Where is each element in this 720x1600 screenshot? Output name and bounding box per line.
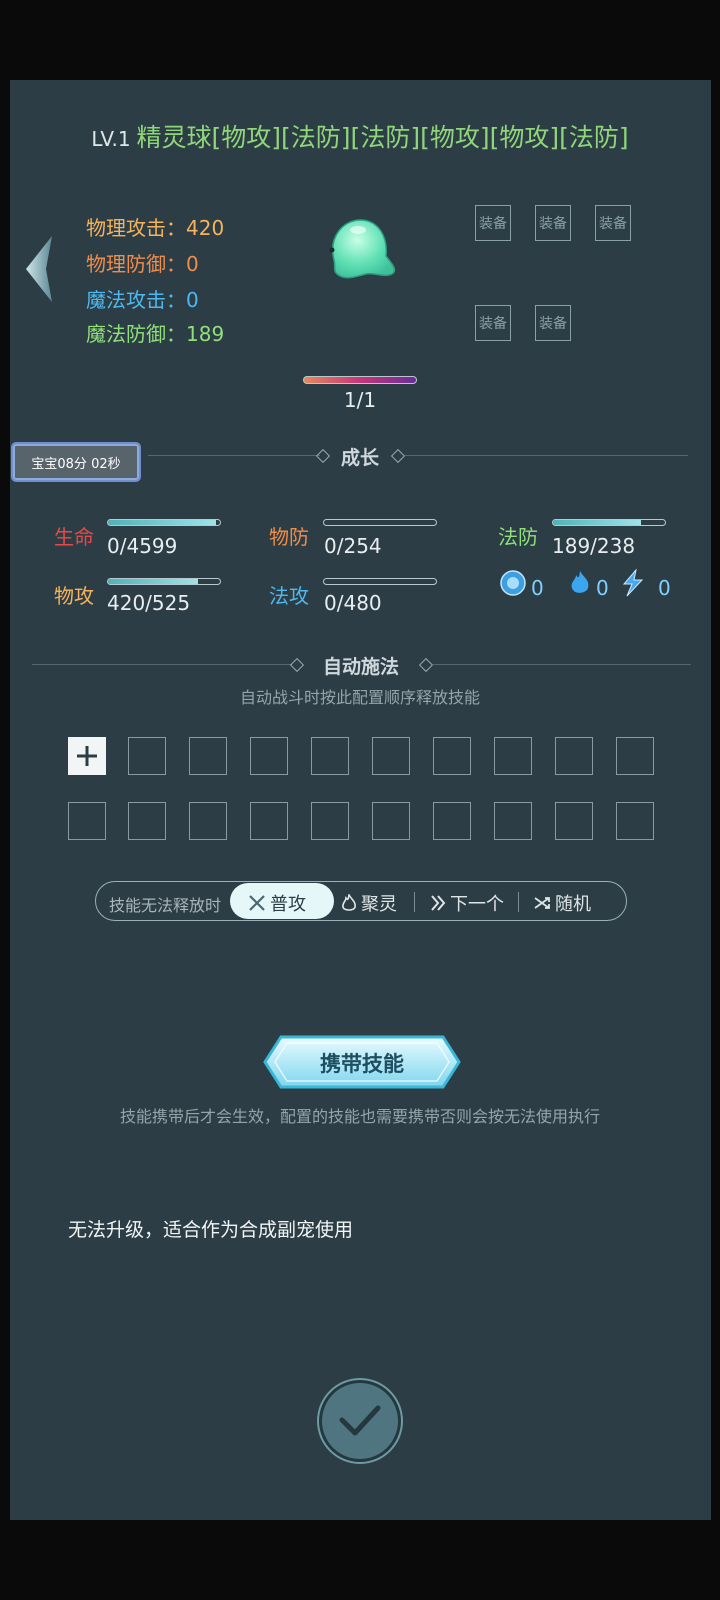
growth-value-hp: 0/4599 [107, 534, 178, 558]
element-value-lightning: 0 [658, 576, 671, 600]
confirm-button[interactable] [322, 1383, 398, 1459]
experience-text: 1/1 [343, 388, 377, 412]
stat-physical-attack: 物理攻击：420 [86, 216, 225, 240]
auto-cast-subtitle: 自动战斗时按此配置顺序释放技能 [239, 688, 480, 707]
divider-left [32, 664, 292, 665]
timer-badge[interactable]: 宝宝08分 02秒 [11, 442, 141, 482]
skill-slot[interactable] [128, 737, 166, 775]
equip-slot-4[interactable]: 装备 [475, 305, 511, 341]
crossed-swords-icon [249, 895, 265, 911]
fallback-label: 技能无法释放时 [109, 896, 222, 915]
element-value-water: 0 [531, 576, 544, 600]
skill-slot[interactable] [189, 737, 227, 775]
pet-note: 无法升级，适合作为合成副宠使用 [68, 1219, 354, 1241]
pet-sprite-icon [329, 219, 396, 279]
equip-slot-3[interactable]: 装备 [595, 205, 631, 241]
stat-magic-defense: 魔法防御：189 [86, 322, 225, 346]
skill-slot[interactable] [311, 802, 349, 840]
skill-slot[interactable] [555, 737, 593, 775]
equip-slot-2[interactable]: 装备 [535, 205, 571, 241]
option-separator [518, 892, 519, 912]
plus-icon [77, 746, 97, 766]
growth-label-hp: 生命 [54, 525, 94, 549]
skill-slot[interactable] [250, 802, 288, 840]
water-orb-icon [500, 570, 526, 596]
carry-skills-label: 携带技能 [320, 1052, 404, 1076]
divider-right [405, 455, 688, 456]
spirit-flame-icon [342, 894, 356, 911]
growth-bar-physical-attack [107, 578, 221, 585]
stat-magic-attack: 魔法攻击：0 [86, 288, 199, 312]
skill-slot[interactable] [494, 802, 532, 840]
growth-label-physical-attack: 物攻 [54, 584, 94, 608]
option-separator [414, 892, 415, 912]
add-skill-button[interactable] [68, 737, 106, 775]
option-next[interactable]: 下一个 [430, 890, 504, 916]
skill-slot[interactable] [555, 802, 593, 840]
option-random[interactable]: 随机 [533, 890, 591, 916]
skill-slot[interactable] [189, 802, 227, 840]
equip-slot-1[interactable]: 装备 [475, 205, 511, 241]
back-arrow-icon[interactable] [22, 234, 58, 304]
skill-slot[interactable] [372, 737, 410, 775]
growth-value-physical-defense: 0/254 [324, 534, 382, 558]
growth-label-physical-defense: 物防 [269, 525, 309, 549]
skill-slot[interactable] [250, 737, 288, 775]
option-normal-attack[interactable]: 普攻 [248, 890, 306, 916]
divider-right [433, 664, 691, 665]
skill-slot[interactable] [433, 737, 471, 775]
skill-slot[interactable] [372, 802, 410, 840]
skill-slot[interactable] [616, 737, 654, 775]
growth-label-magic-attack: 法攻 [269, 584, 309, 608]
pet-title: LV.1 精灵球[物攻][法防][法防][物攻][物攻][法防] [0, 118, 720, 154]
skill-slot[interactable] [494, 737, 532, 775]
stat-physical-defense: 物理防御：0 [86, 252, 199, 276]
growth-bar-magic-attack [323, 578, 437, 585]
growth-bar-hp [107, 519, 221, 526]
growth-bar-physical-defense [323, 519, 437, 526]
growth-value-physical-attack: 420/525 [107, 591, 191, 615]
experience-bar [303, 376, 417, 384]
auto-cast-title: 自动施法 [322, 656, 399, 678]
skill-slot[interactable] [433, 802, 471, 840]
skill-slot[interactable] [128, 802, 166, 840]
pet-name: 精灵球[物攻][法防][法防][物攻][物攻][法防] [136, 123, 629, 152]
blue-flame-icon [571, 571, 589, 593]
skill-slot[interactable] [616, 802, 654, 840]
pet-level: LV.1 [91, 127, 131, 151]
element-value-flame: 0 [596, 576, 609, 600]
carry-hint: 技能携带后才会生效，配置的技能也需要携带否则会按无法使用执行 [119, 1107, 600, 1126]
carry-skills-button[interactable]: 携带技能 [263, 1035, 461, 1089]
growth-label-magic-defense: 法防 [498, 525, 538, 549]
growth-bar-magic-defense [552, 519, 666, 526]
divider-left [148, 455, 320, 456]
growth-value-magic-attack: 0/480 [324, 591, 382, 615]
lightning-icon [622, 569, 644, 597]
equip-slot-5[interactable]: 装备 [535, 305, 571, 341]
option-gather-spirit[interactable]: 聚灵 [341, 890, 397, 916]
double-chevron-icon [431, 895, 446, 911]
skill-slot[interactable] [68, 802, 106, 840]
shuffle-icon [534, 897, 550, 909]
checkmark-icon [339, 1405, 381, 1436]
growth-title: 成长 [340, 447, 379, 469]
growth-value-magic-defense: 189/238 [552, 534, 636, 558]
skill-slot[interactable] [311, 737, 349, 775]
